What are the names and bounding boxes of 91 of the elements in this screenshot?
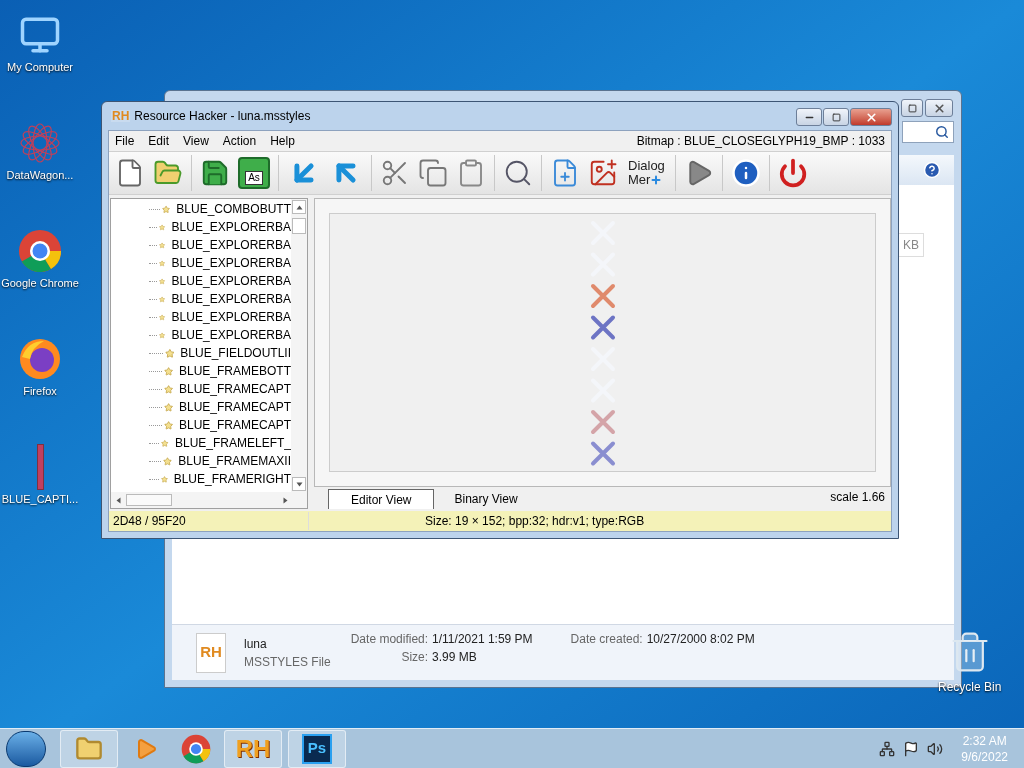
start-button[interactable]: [6, 730, 46, 767]
resource-label: Bitmap : BLUE_CLOSEGLYPH19_BMP : 1033: [636, 133, 885, 150]
info-icon[interactable]: [730, 158, 761, 188]
desktop-icon-label[interactable]: BLUE_CAPTI...: [0, 492, 80, 507]
tree-item[interactable]: BLUE_FRAMELEFT_: [174, 434, 291, 452]
network-icon[interactable]: [879, 740, 896, 757]
flag-icon[interactable]: [903, 740, 920, 757]
scale-text: scale 1.66: [830, 489, 885, 506]
detail-value: 10/27/2000 8:02 PM: [646, 631, 755, 648]
search-icon[interactable]: [503, 158, 533, 188]
taskbar-app-button[interactable]: Ps: [288, 729, 346, 768]
help-icon[interactable]: [923, 161, 941, 179]
add-image-icon[interactable]: [588, 158, 618, 188]
close-icon: [864, 110, 878, 124]
desktop-icon-label[interactable]: Google Chrome: [0, 276, 80, 291]
star-icon: [163, 382, 173, 396]
desktop-icon-label[interactable]: Recycle Bin: [938, 678, 1002, 696]
taskbar-app-button[interactable]: [60, 729, 118, 768]
scroll-thumb[interactable]: [126, 494, 172, 506]
maximize-icon: [831, 112, 841, 122]
tree-item[interactable]: BLUE_FRAMECAPT: [178, 380, 291, 398]
copy-icon[interactable]: [418, 158, 448, 188]
maximize-button[interactable]: [823, 108, 849, 126]
file-name: luna: [244, 635, 268, 653]
folder-icon: [75, 734, 103, 763]
tree-item[interactable]: BLUE_FRAMERIGHT: [173, 470, 291, 488]
tree-item[interactable]: BLUE_EXPLORERBA: [171, 272, 291, 290]
star-icon: [163, 364, 173, 378]
maximize-icon: [907, 103, 917, 113]
menu-item[interactable]: View: [183, 132, 209, 150]
status-info: Size: 19 × 152; bpp:32; hdr:v1; type:RGB: [424, 513, 645, 530]
tree-item[interactable]: BLUE_COMBOBUTT: [176, 200, 291, 218]
vertical-scrollbar[interactable]: [291, 199, 307, 492]
power-icon[interactable]: [777, 158, 808, 188]
star-icon: [163, 418, 173, 432]
star-icon: [163, 454, 173, 468]
desktop-icon-label[interactable]: Firefox: [0, 384, 80, 399]
close-button[interactable]: [850, 108, 892, 126]
menu-item[interactable]: Edit: [148, 132, 170, 150]
view-tab[interactable]: Editor View: [328, 489, 435, 509]
scroll-right-icon: [282, 496, 289, 504]
file-icon: RH: [196, 632, 226, 673]
chrome-logo-icon: [181, 733, 211, 764]
menu-item[interactable]: File: [115, 132, 135, 150]
menu-item[interactable]: Help: [270, 132, 295, 150]
close-icon: [932, 101, 946, 115]
tree-item[interactable]: BLUE_EXPLORERBA: [171, 254, 291, 272]
save-as-button[interactable]: As: [238, 157, 270, 189]
file-type: MSSTYLES File: [244, 653, 331, 671]
desktop-icon-label[interactable]: DataWagon...: [0, 168, 80, 183]
view-tab[interactable]: Binary View: [434, 489, 538, 509]
tree-item[interactable]: BLUE_EXPLORERBA: [171, 326, 291, 344]
detail-label: Size:: [400, 649, 429, 666]
status-offset: 2D48 / 95F20: [109, 512, 309, 530]
tree-item[interactable]: BLUE_FRAMEBOTT: [178, 362, 291, 380]
scroll-down-icon: [295, 480, 303, 488]
maximize-button[interactable]: [901, 99, 923, 117]
detail-value: 3.99 MB: [432, 649, 478, 666]
save-icon[interactable]: [200, 158, 230, 188]
tree-item[interactable]: BLUE_FRAMECAPT: [178, 416, 291, 434]
star-icon: [164, 346, 175, 360]
scroll-up-icon: [295, 203, 303, 211]
detail-label: Date created:: [570, 631, 643, 648]
scroll-left-icon: [115, 496, 122, 504]
plus-icon: [650, 174, 663, 186]
chrome-logo-icon: [18, 229, 62, 273]
detail-label: Date modified:: [350, 631, 429, 648]
scroll-thumb[interactable]: [292, 218, 306, 234]
dialog-menu-button[interactable]: Dialog Mer: [626, 159, 667, 187]
bitmap-strip-icon: [36, 444, 44, 490]
search-field[interactable]: [902, 121, 954, 143]
minimize-button[interactable]: [796, 108, 822, 126]
tree-item[interactable]: BLUE_EXPLORERBA: [171, 290, 291, 308]
tree-item[interactable]: BLUE_EXPLORERBA: [171, 236, 291, 254]
tree-item[interactable]: BLUE_FRAMEMAXII: [178, 452, 291, 470]
firefox-logo-icon: [18, 337, 62, 381]
window-title: Resource Hacker - luna.msstyles: [134, 108, 311, 125]
close-button[interactable]: [925, 99, 953, 117]
search-icon: [935, 125, 949, 139]
menu-item[interactable]: Action: [222, 132, 257, 150]
tree-item[interactable]: BLUE_FIELDOUTLII: [180, 344, 291, 362]
tree-item[interactable]: BLUE_FRAMECAPT: [178, 398, 291, 416]
tree-item[interactable]: BLUE_EXPLORERBA: [171, 308, 291, 326]
horizontal-scrollbar[interactable]: [111, 492, 307, 508]
app-logo-icon: RH: [111, 110, 131, 122]
desktop-icon-label[interactable]: My Computer: [0, 60, 80, 75]
star-icon: [163, 400, 173, 414]
volume-icon[interactable]: [927, 740, 944, 757]
star-pattern-icon: [19, 122, 61, 164]
detail-value: 1/11/2021 1:59 PM: [432, 631, 533, 648]
tree-item[interactable]: BLUE_EXPLORERBA: [171, 218, 291, 236]
